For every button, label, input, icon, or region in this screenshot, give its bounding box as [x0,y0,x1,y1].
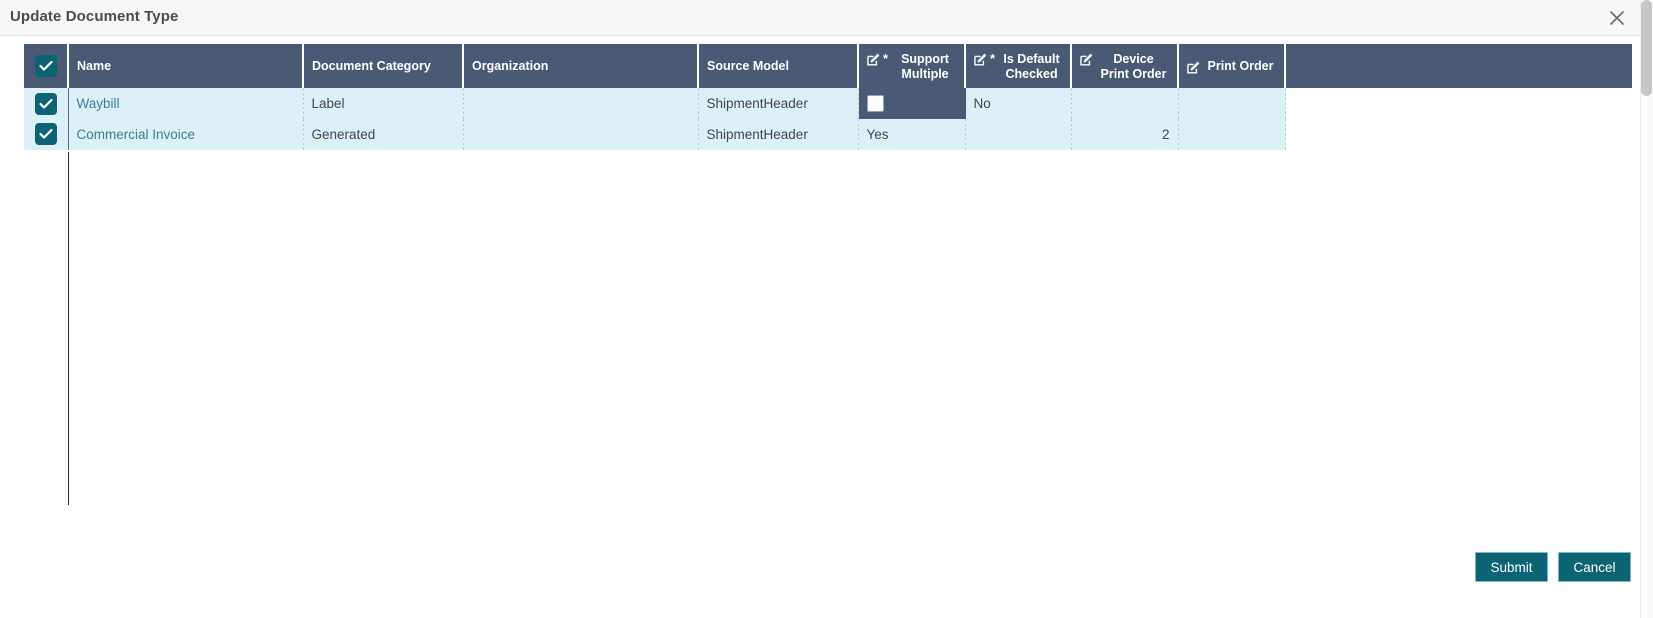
check-icon [39,129,53,139]
row-select-cell[interactable] [24,88,69,119]
dialog-titlebar: Update Document Type [0,0,1640,36]
update-document-type-dialog: Update Document Type Name Document Categ… [0,0,1653,618]
row-select-cell[interactable] [24,119,69,151]
cell-is-default-checked[interactable]: No [965,88,1072,119]
cell-document-category[interactable]: Label [303,88,464,119]
table-row[interactable]: Commercial Invoice Generated ShipmentHea… [24,119,1632,151]
select-all-header[interactable] [24,44,69,88]
required-asterisk: * [883,50,889,66]
cell-spacer [1285,88,1632,119]
cell-device-print-order[interactable] [1071,88,1179,119]
row-select-checkbox[interactable] [34,92,57,115]
column-header-document-category[interactable]: Document Category [303,44,464,88]
row-select-checkbox[interactable] [34,123,57,146]
edit-pencil-icon [867,53,880,66]
cell-support-multiple[interactable]: Yes [858,119,966,151]
check-icon [39,98,53,109]
support-multiple-checkbox[interactable] [866,95,884,112]
edit-pencil-icon [974,53,987,66]
column-header-print-order[interactable]: Print Order [1178,44,1286,88]
cell-print-order[interactable] [1178,119,1286,151]
submit-button[interactable]: Submit [1475,552,1548,582]
edit-pencil-icon [1080,53,1093,66]
cancel-button[interactable]: Cancel [1558,552,1631,582]
cell-name[interactable]: Commercial Invoice [68,119,304,151]
select-all-checkbox[interactable] [34,55,57,77]
column-header-organization[interactable]: Organization [463,44,699,88]
cell-organization[interactable] [463,88,699,119]
grid-column-divider [68,152,69,505]
cell-support-multiple-editor[interactable] [858,88,966,119]
document-type-grid: Name Document Category Organization Sour… [24,44,1632,151]
required-asterisk: * [990,50,996,66]
cell-source-model[interactable]: ShipmentHeader [698,119,859,151]
close-icon[interactable] [1606,7,1628,29]
page-title: Update Document Type [10,8,179,25]
cell-spacer [1285,119,1632,151]
column-header-name[interactable]: Name [68,44,304,88]
table-row[interactable]: Waybill Label ShipmentHeader No [24,88,1632,119]
cell-source-model[interactable]: ShipmentHeader [698,88,859,119]
dialog-footer: Submit Cancel [1475,552,1631,582]
column-header-is-default-checked[interactable]: * Is Default Checked [965,44,1072,88]
cell-is-default-checked[interactable] [965,119,1072,151]
column-header-source-model[interactable]: Source Model [698,44,859,88]
column-header-device-print-order[interactable]: Device Print Order [1071,44,1179,88]
edit-pencil-icon [1187,61,1200,74]
vertical-scrollbar[interactable] [1640,0,1653,618]
cell-device-print-order[interactable]: 2 [1071,119,1179,151]
column-header-spacer [1285,44,1632,88]
column-header-support-multiple[interactable]: * Support Multiple [858,44,966,88]
scrollbar-thumb[interactable] [1641,0,1652,96]
cell-document-category[interactable]: Generated [303,119,464,151]
check-icon [38,60,53,71]
grid-header-row: Name Document Category Organization Sour… [24,44,1632,88]
cell-name[interactable]: Waybill [68,88,304,119]
cell-organization[interactable] [463,119,699,151]
cell-print-order[interactable] [1178,88,1286,119]
